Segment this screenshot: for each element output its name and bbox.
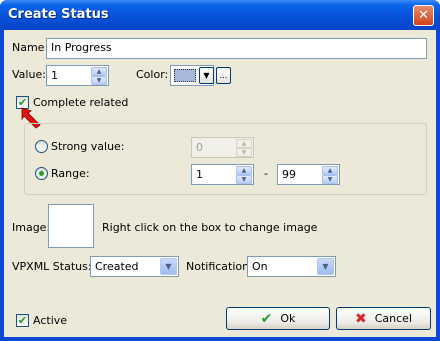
strong-value-spinner-value: 0 (196, 141, 203, 154)
spin-down-icon[interactable]: ▼ (91, 76, 107, 85)
close-button[interactable]: ✕ (413, 5, 434, 26)
vpxml-status-label: VPXML Status: (12, 260, 92, 273)
image-hint: Right click on the box to change image (102, 221, 318, 234)
notification-value: On (252, 260, 268, 273)
chevron-down-icon[interactable]: ▼ (317, 258, 334, 275)
close-icon: ✕ (418, 8, 429, 23)
color-dropdown-button[interactable]: ▼ (199, 67, 214, 84)
spin-down-icon: ▼ (236, 148, 252, 157)
range-to-value: 99 (282, 168, 296, 181)
name-field[interactable]: In Progress (46, 38, 427, 59)
spin-up-icon[interactable]: ▲ (91, 67, 107, 76)
radio-selected-dot (39, 171, 44, 176)
chevron-down-icon[interactable]: ▼ (160, 258, 177, 275)
strong-value-spinner: 0 ▲ ▼ (191, 137, 254, 158)
dialog-body: Name In Progress Value: 1 ▲ ▼ Color: ▼ ..… (4, 30, 436, 337)
active-checkbox[interactable]: ✔ (16, 314, 29, 327)
notification-select[interactable]: On ▼ (247, 256, 336, 277)
range-from-value: 1 (196, 168, 203, 181)
vpxml-status-value: Created (95, 260, 139, 273)
notification-label: Notification: (186, 260, 253, 273)
range-from-spinner[interactable]: 1 ▲ ▼ (191, 164, 254, 185)
spin-up-icon: ▲ (236, 139, 252, 148)
spin-up-icon[interactable]: ▲ (236, 166, 252, 175)
range-separator: - (264, 167, 268, 180)
value-spinner-value: 1 (51, 69, 58, 82)
value-label: Value: (12, 68, 46, 81)
range-to-spinner[interactable]: 99 ▲ ▼ (277, 164, 340, 185)
color-label: Color: (136, 68, 169, 81)
spin-down-icon[interactable]: ▼ (236, 175, 252, 184)
ok-button-label: Ok (280, 312, 296, 325)
active-label: Active (33, 314, 68, 327)
complete-related-label: Complete related (33, 96, 129, 109)
cancel-button-label: Cancel (374, 312, 412, 325)
range-label: Range: (51, 167, 90, 180)
strong-value-radio[interactable] (35, 140, 48, 153)
color-swatch (174, 69, 196, 82)
strong-value-label: Strong value: (51, 140, 125, 153)
x-icon: ✖ (355, 310, 367, 327)
spin-down-icon[interactable]: ▼ (322, 175, 338, 184)
range-radio[interactable] (35, 167, 48, 180)
ok-button[interactable]: ✔ Ok (226, 307, 330, 330)
color-more-button[interactable]: ... (216, 67, 231, 84)
value-spinner[interactable]: 1 ▲ ▼ (46, 65, 109, 86)
ellipsis-icon: ... (219, 71, 228, 80)
window-title: Create Status (8, 7, 109, 22)
name-label: Name (12, 41, 45, 54)
chevron-down-icon: ▼ (203, 71, 210, 80)
image-box[interactable] (48, 204, 94, 248)
vpxml-status-select[interactable]: Created ▼ (90, 256, 179, 277)
image-label: Image: (12, 221, 51, 234)
dialog-window: Create Status ✕ Name In Progress Value: … (0, 0, 440, 341)
spin-up-icon[interactable]: ▲ (322, 166, 338, 175)
cancel-button[interactable]: ✖ Cancel (336, 307, 431, 330)
checkmark-icon: ✔ (260, 310, 273, 327)
title-bar[interactable]: Create Status ✕ (0, 0, 440, 30)
